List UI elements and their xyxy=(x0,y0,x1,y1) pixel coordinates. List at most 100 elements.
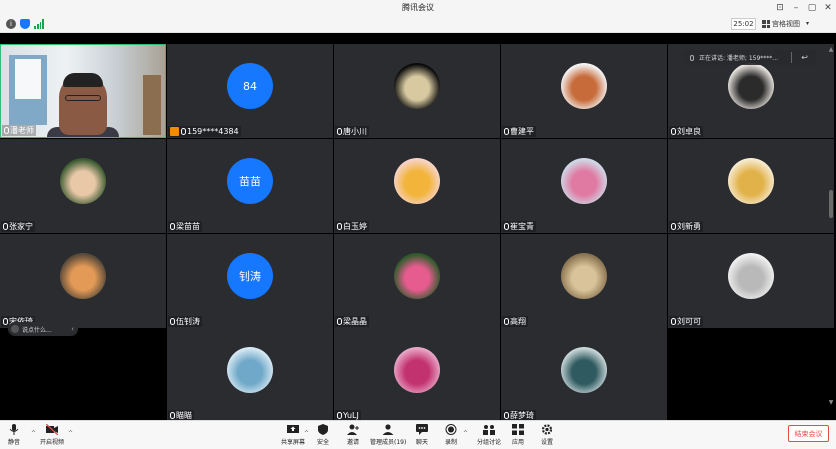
participant-tile[interactable]: 钊涛 伍钊涛 xyxy=(167,234,333,328)
end-meeting-button[interactable]: 结束会议 xyxy=(788,425,829,442)
participant-name: 159****4384 xyxy=(187,127,239,136)
invite-label: 邀请 xyxy=(347,439,360,446)
pin-icon[interactable]: ⊡ xyxy=(772,0,788,16)
manage-members-button[interactable]: 管理成员(19) xyxy=(370,424,406,446)
participant-tile[interactable]: 潘老师 xyxy=(0,44,166,138)
record-button[interactable]: 录制 xyxy=(445,424,457,446)
share-options-chevron-icon[interactable]: ^ xyxy=(304,430,309,437)
title-bar: 腾讯会议 ⊡ – ▢ ✕ xyxy=(0,0,836,16)
participant-name: 刘卓良 xyxy=(677,127,701,136)
window-title: 腾讯会议 xyxy=(402,3,434,12)
breakout-rooms-button[interactable]: 分组讨论 xyxy=(477,424,501,446)
participant-tile[interactable]: YuLJ xyxy=(334,328,500,422)
speaking-indicator: 正在讲话: 潘老师; 159****... ↩ xyxy=(684,50,816,65)
apps-button[interactable]: 应用 xyxy=(512,424,524,446)
participant-name: 张家宁 xyxy=(9,222,33,231)
participant-name: 潘老师 xyxy=(10,126,34,135)
chat-avatar-icon xyxy=(11,325,19,333)
share-screen-button[interactable]: 共享屏幕 xyxy=(281,424,305,446)
participant-name-tag: 白玉婷 xyxy=(335,221,369,232)
mic-icon xyxy=(671,223,676,230)
participant-tile[interactable]: 梁晶晶 xyxy=(334,234,500,328)
minimize-icon[interactable]: – xyxy=(788,0,804,16)
mute-button[interactable]: 静音 xyxy=(8,424,20,446)
scroll-up-icon[interactable]: ▲ xyxy=(828,46,834,53)
avatar xyxy=(561,158,607,204)
chat-label: 聊天 xyxy=(416,439,429,446)
reply-icon[interactable]: ↩ xyxy=(801,53,808,62)
avatar xyxy=(394,347,440,393)
participant-name-tag: 刘可可 xyxy=(669,316,703,327)
video-label: 开启视频 xyxy=(40,439,65,446)
participant-tile[interactable]: 薛梦琦 xyxy=(501,328,667,422)
participant-tile[interactable]: 曹建平 xyxy=(501,44,667,138)
grid-scrollbar[interactable]: ▲ ▼ xyxy=(828,46,834,406)
participant-tile[interactable]: 瞄瞄 xyxy=(167,328,333,422)
record-options-chevron-icon[interactable]: ^ xyxy=(463,430,468,437)
scroll-down-icon[interactable]: ▼ xyxy=(828,399,834,406)
breakout-rooms-icon xyxy=(483,425,495,435)
participant-tile[interactable]: 张家宁 xyxy=(0,139,166,233)
participant-name: 高翔 xyxy=(510,317,526,326)
chat-button[interactable]: 聊天 xyxy=(416,424,428,446)
participant-tile[interactable]: 唐小川 xyxy=(334,44,500,138)
avatar xyxy=(561,253,607,299)
scroll-thumb[interactable] xyxy=(829,190,833,218)
video-options-chevron-icon[interactable]: ^ xyxy=(68,430,73,437)
maximize-icon[interactable]: ▢ xyxy=(804,0,820,16)
participant-tile[interactable]: 高翔 xyxy=(501,234,667,328)
avatar xyxy=(60,253,106,299)
mic-icon xyxy=(3,223,8,230)
apps-grid-icon xyxy=(512,424,524,435)
view-mode-button[interactable]: 宫格视图 ▾ xyxy=(762,18,809,30)
participant-name-tag: 刘卓良 xyxy=(669,126,703,137)
avatar xyxy=(227,347,273,393)
participant-name-tag: 潘老师 xyxy=(2,125,36,136)
meeting-timer: 25:02 xyxy=(731,18,756,30)
mic-icon xyxy=(690,54,694,61)
mic-icon xyxy=(504,412,509,419)
chat-input-preview[interactable]: 说点什么... ‹ xyxy=(8,322,78,336)
mic-icon xyxy=(504,223,509,230)
avatar xyxy=(60,158,106,204)
collapse-chevron-icon[interactable]: ‹ xyxy=(71,325,74,333)
video-grid: 潘老师 84 159****4384 唐小川 曹建平 刘卓良 张家宁 苗苗 梁苗苗 白玉婷 崔宝青刘… xyxy=(0,44,836,422)
participant-tile[interactable]: 白玉婷 xyxy=(334,139,500,233)
members-icon xyxy=(382,424,394,435)
gear-icon xyxy=(541,424,553,435)
participant-name-tag: 唐小川 xyxy=(335,126,369,137)
settings-button[interactable]: 设置 xyxy=(541,424,553,446)
participant-name: 曹建平 xyxy=(510,127,534,136)
avatar xyxy=(561,347,607,393)
participant-tile[interactable]: 苗苗 梁苗苗 xyxy=(167,139,333,233)
video-button[interactable]: 开启视频 xyxy=(40,424,64,446)
participant-name-tag: 伍钊涛 xyxy=(168,316,202,327)
meeting-info-bar: i 25:02 宫格视图 ▾ xyxy=(0,16,836,33)
participant-name-tag: 崔宝青 xyxy=(502,221,536,232)
record-icon xyxy=(445,424,457,435)
mic-icon xyxy=(504,128,509,135)
mic-icon xyxy=(181,128,186,135)
shield-icon[interactable] xyxy=(20,19,30,29)
window-controls: ⊡ – ▢ ✕ xyxy=(772,0,836,16)
participant-tile[interactable]: 刘可可 xyxy=(668,234,834,328)
participant-name: 刘可可 xyxy=(677,317,701,326)
participant-tile[interactable]: 84 159****4384 xyxy=(167,44,333,138)
participant-name: 刘新勇 xyxy=(677,222,701,231)
participant-tile[interactable]: 宋依琦 xyxy=(0,234,166,328)
participant-name-tag: 159****4384 xyxy=(168,126,241,137)
view-mode-label: 宫格视图 xyxy=(772,20,800,28)
close-icon[interactable]: ✕ xyxy=(820,0,836,16)
empty-tile xyxy=(668,328,834,422)
settings-label: 设置 xyxy=(541,439,554,446)
network-signal-icon[interactable] xyxy=(34,19,44,29)
audio-options-chevron-icon[interactable]: ^ xyxy=(31,430,36,437)
participant-tile[interactable]: 崔宝青 xyxy=(501,139,667,233)
security-button[interactable]: 安全 xyxy=(317,424,329,446)
participant-tile[interactable]: 刘新勇 xyxy=(668,139,834,233)
avatar: 苗苗 xyxy=(227,158,273,204)
participant-name-tag: 张家宁 xyxy=(1,221,35,232)
info-icon[interactable]: i xyxy=(6,19,16,29)
manage-members-label: 管理成员(19) xyxy=(370,439,407,446)
invite-button[interactable]: 邀请 xyxy=(347,424,359,446)
